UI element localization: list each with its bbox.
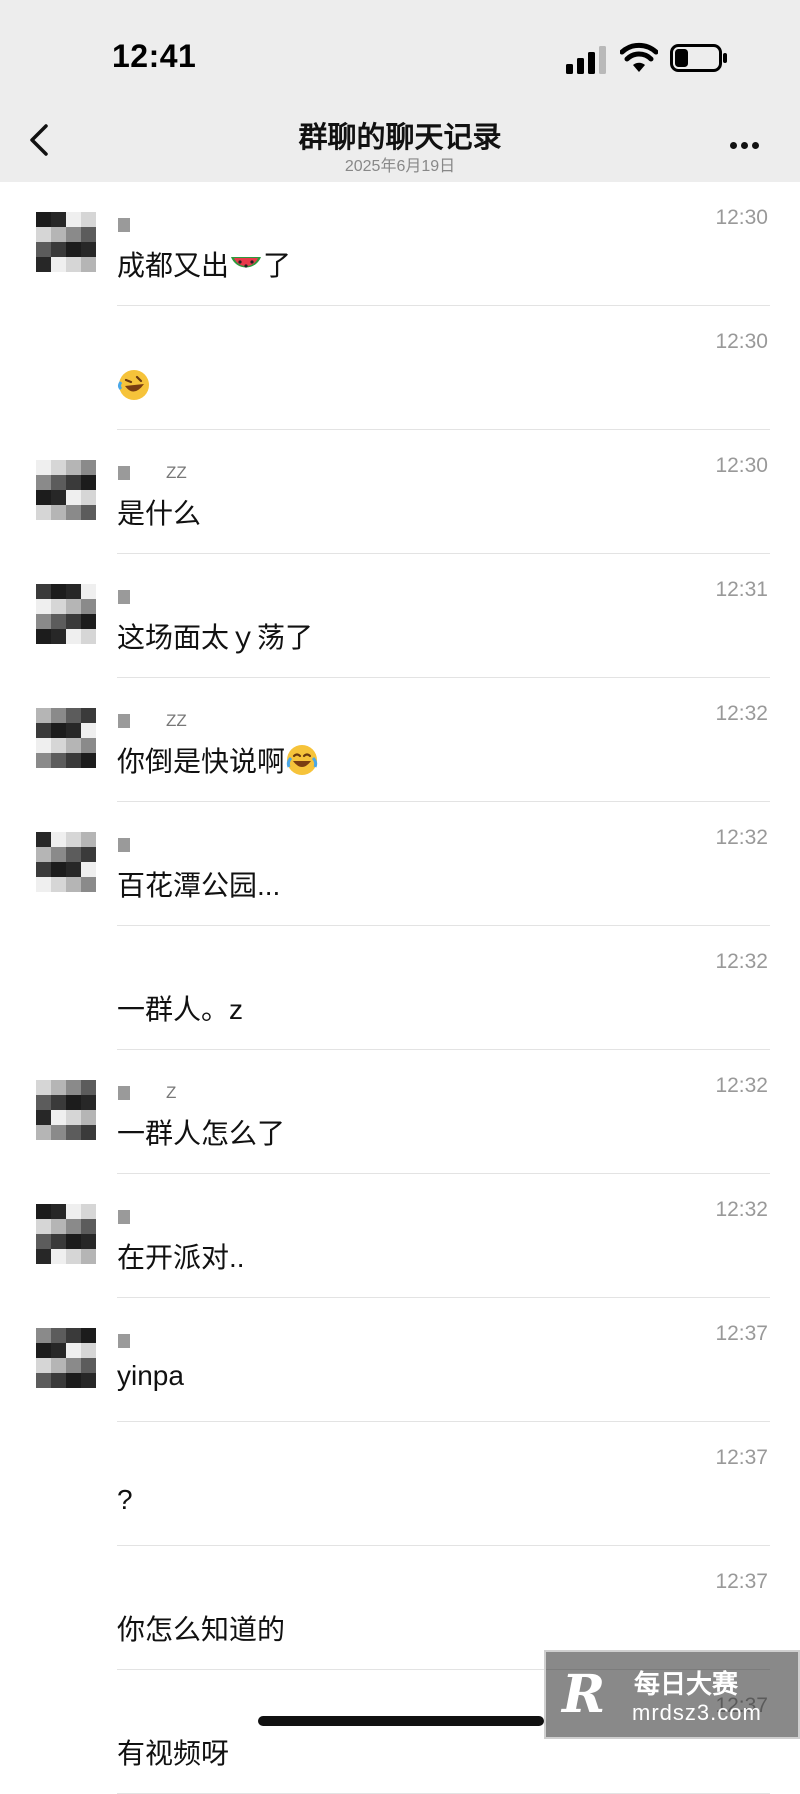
avatar[interactable] bbox=[36, 708, 96, 768]
rofl-icon bbox=[117, 370, 151, 402]
message-text: 是什么 bbox=[117, 492, 201, 532]
message-text: 一群人怎么了 bbox=[117, 1112, 285, 1152]
wifi-icon bbox=[620, 42, 658, 72]
battery-icon bbox=[670, 44, 727, 72]
watermark-url: mrdsz3.com bbox=[632, 1700, 762, 1725]
message-text-tail: 了 bbox=[263, 250, 292, 281]
message-text-body: 百花潭公园... bbox=[117, 870, 281, 901]
chat-date: 2025年6月19日 bbox=[344, 158, 456, 175]
message-time: 12:32 bbox=[715, 702, 768, 725]
chat-message[interactable]: 12:37? bbox=[0, 1422, 800, 1546]
joy-icon bbox=[285, 745, 319, 777]
sender-name bbox=[118, 838, 166, 852]
sender-name-redacted bbox=[118, 838, 130, 852]
avatar[interactable] bbox=[36, 212, 96, 272]
page-title: 群聊的聊天记录 bbox=[298, 122, 502, 154]
sender-name-redacted bbox=[118, 1210, 130, 1224]
chat-message[interactable]: ZZ 12:30 是什么 bbox=[0, 430, 800, 554]
sender-name-redacted bbox=[118, 1086, 130, 1100]
chat-history-list: 12:30 成都又出 了 12:30 ZZ 12:30 是什么 12:31 这场面太ｙ荡了 ZZ 1… bbox=[0, 182, 800, 1794]
message-text-body: 有视频呀 bbox=[117, 1738, 230, 1769]
watermark-text: 每日大赛 bbox=[634, 1669, 739, 1699]
message-text: 一群人。z bbox=[117, 988, 243, 1028]
avatar[interactable] bbox=[36, 1204, 96, 1264]
chat-message[interactable]: 12:37 yinpa bbox=[0, 1298, 800, 1422]
sender-name-redacted bbox=[118, 714, 130, 728]
message-text: 成都又出 了 bbox=[117, 244, 291, 284]
cellular-signal-icon bbox=[566, 46, 606, 74]
sender-name-redacted bbox=[118, 466, 130, 480]
chat-message[interactable]: ZZ 12:32 你倒是快说啊 bbox=[0, 678, 800, 802]
avatar[interactable] bbox=[36, 1080, 96, 1140]
sender-name bbox=[118, 1334, 166, 1348]
message-text: yinpa bbox=[117, 1360, 184, 1392]
sender-name-text: Z bbox=[166, 1083, 177, 1102]
sender-name-text: ZZ bbox=[166, 711, 187, 730]
home-indicator[interactable] bbox=[258, 1716, 544, 1726]
message-text-body: ? bbox=[117, 1484, 133, 1515]
chat-message[interactable]: 12:32 一群人。z bbox=[0, 926, 800, 1050]
message-text-body: 一群人怎么了 bbox=[117, 1118, 286, 1149]
avatar[interactable] bbox=[36, 460, 96, 520]
message-text: 在开派对.. bbox=[117, 1236, 245, 1276]
more-options-icon[interactable] bbox=[730, 136, 766, 149]
message-time: 12:37 bbox=[715, 1570, 768, 1593]
message-text-body: yinpa bbox=[117, 1360, 184, 1391]
message-text: 百花潭公园... bbox=[117, 864, 280, 904]
chat-message[interactable]: 12:32 百花潭公园... bbox=[0, 802, 800, 926]
message-time: 12:37 bbox=[715, 1446, 768, 1469]
message-text-body: 你倒是快说啊 bbox=[117, 746, 286, 777]
message-time: 12:30 bbox=[715, 330, 768, 353]
watermark-logo-icon: R bbox=[562, 1664, 606, 1725]
watermelon-icon bbox=[229, 250, 263, 281]
sender-name bbox=[118, 218, 166, 232]
message-time: 12:37 bbox=[715, 1322, 768, 1345]
message-text-body: 这场面太ｙ荡了 bbox=[117, 622, 314, 653]
message-text: ? bbox=[117, 1484, 133, 1516]
sender-name: ZZ bbox=[118, 463, 187, 482]
avatar[interactable] bbox=[36, 584, 96, 644]
chat-message[interactable]: 12:31 这场面太ｙ荡了 bbox=[0, 554, 800, 678]
avatar[interactable] bbox=[36, 1328, 96, 1388]
message-text: 有视频呀 bbox=[117, 1732, 229, 1772]
message-text-body: 是什么 bbox=[117, 498, 202, 529]
message-time: 12:32 bbox=[715, 1074, 768, 1097]
sender-name-redacted bbox=[118, 1334, 130, 1348]
status-bar: 12:41 bbox=[0, 0, 800, 100]
status-time: 12:41 bbox=[112, 38, 197, 74]
message-text: 你倒是快说啊 bbox=[117, 740, 319, 780]
message-time: 12:30 bbox=[715, 454, 768, 477]
avatar[interactable] bbox=[36, 832, 96, 892]
sender-name-text: ZZ bbox=[166, 463, 187, 482]
message-text-body: 一群人。z bbox=[117, 994, 244, 1025]
sender-name-redacted bbox=[118, 590, 130, 604]
message-time: 12:32 bbox=[715, 950, 768, 973]
sender-name: Z bbox=[118, 1083, 177, 1102]
chat-message[interactable]: Z 12:32 一群人怎么了 bbox=[0, 1050, 800, 1174]
sender-name bbox=[118, 590, 166, 604]
message-time: 12:30 bbox=[715, 206, 768, 229]
message-text: 你怎么知道的 bbox=[117, 1608, 285, 1648]
sender-name-redacted bbox=[118, 218, 130, 232]
message-text-body: 在开派对.. bbox=[117, 1242, 245, 1273]
message-time: 12:31 bbox=[715, 578, 768, 601]
chat-message[interactable]: 12:30 成都又出 了 bbox=[0, 182, 800, 306]
message-text bbox=[117, 368, 151, 403]
sender-name: ZZ bbox=[118, 711, 187, 730]
chat-message[interactable]: 12:32 在开派对.. bbox=[0, 1174, 800, 1298]
message-time: 12:32 bbox=[715, 826, 768, 849]
message-time: 12:32 bbox=[715, 1198, 768, 1221]
message-text-body: 成都又出 bbox=[117, 250, 230, 281]
watermark: R 每日大赛 mrdsz3.com bbox=[544, 1650, 800, 1739]
sender-name bbox=[118, 1210, 166, 1224]
nav-bar: 群聊的聊天记录 2025年6月19日 bbox=[0, 100, 800, 182]
message-text-body: 你怎么知道的 bbox=[117, 1614, 286, 1645]
message-text: 这场面太ｙ荡了 bbox=[117, 616, 313, 656]
chat-message[interactable]: 12:30 bbox=[0, 306, 800, 430]
